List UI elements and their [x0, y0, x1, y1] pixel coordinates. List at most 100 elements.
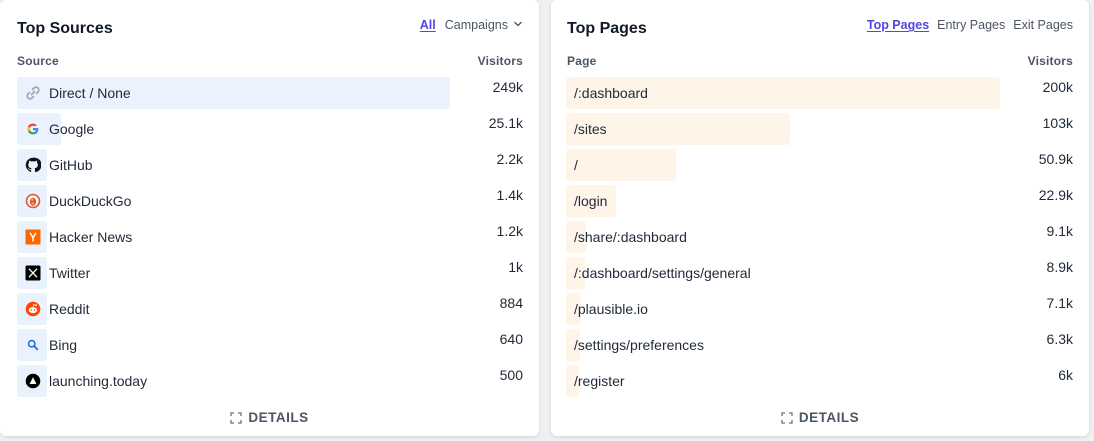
visitors-column-header: Visitors [477, 54, 523, 68]
source-row[interactable]: Twitter 1k [17, 257, 523, 293]
details-label: DETAILS [248, 410, 309, 425]
source-row[interactable]: Bing 640 [17, 329, 523, 365]
row-label[interactable]: /:dashboard [574, 77, 648, 109]
row-label-text: GitHub [49, 157, 93, 173]
hacker-news-icon [25, 229, 41, 245]
page-row[interactable]: / 50.9k [566, 149, 1073, 185]
top-sources-card: Top Sources All Campaigns Source Visitor… [0, 0, 539, 436]
row-label[interactable]: /plausible.io [574, 293, 648, 325]
row-visitors: 500 [499, 367, 523, 383]
row-label[interactable]: / [574, 149, 578, 181]
row-label-text: Bing [49, 337, 78, 353]
visitor-bar [566, 149, 677, 181]
top-pages-title: Top Pages [567, 20, 647, 37]
row-visitors: 50.9k [1038, 151, 1073, 167]
source-row[interactable]: Direct / None 249k [17, 77, 523, 113]
expand-icon [781, 411, 793, 424]
page-column-header: Page [567, 54, 597, 68]
row-label-text: /sites [574, 121, 607, 137]
row-label-text: DuckDuckGo [49, 193, 132, 209]
row-label-text: /:dashboard/settings/general [574, 265, 751, 281]
chevron-down-icon [514, 21, 522, 27]
top-pages-card: Top Pages Top Pages Entry Pages Exit Pag… [551, 0, 1089, 436]
google-icon [25, 121, 41, 137]
pages-list: /:dashboard 200k/sites 103k / 50.9k/login 22.… [566, 77, 1073, 401]
row-visitors: 2.2k [496, 151, 523, 167]
tab-all[interactable]: All [420, 18, 436, 32]
row-label[interactable]: Direct / None [25, 77, 131, 109]
row-label[interactable]: /share/:dashboard [574, 221, 687, 253]
duckduckgo-icon [25, 193, 41, 209]
row-label-text: /plausible.io [574, 301, 648, 317]
tab-campaigns[interactable]: Campaigns [445, 18, 523, 32]
source-row[interactable]: DuckDuckGo 1.4k [17, 185, 523, 221]
source-row[interactable]: Google 25.1k [17, 113, 523, 149]
top-sources-title: Top Sources [17, 20, 113, 37]
pages-details-button[interactable]: DETAILS [551, 410, 1089, 425]
tab-exit-pages[interactable]: Exit Pages [1013, 18, 1073, 32]
page-row[interactable]: /share/:dashboard 9.1k [566, 221, 1073, 257]
row-label-text: /register [574, 373, 625, 389]
page-row[interactable]: /:dashboard 200k [566, 77, 1073, 113]
row-label-text: /share/:dashboard [574, 229, 687, 245]
row-label[interactable]: Bing [25, 329, 77, 361]
row-visitors: 22.9k [1038, 187, 1073, 203]
row-label-text: Twitter [49, 265, 91, 281]
row-visitors: 7.1k [1046, 295, 1073, 311]
row-visitors: 1.4k [496, 187, 523, 203]
row-label[interactable]: Google [25, 113, 94, 145]
row-label-text: /login [574, 193, 608, 209]
source-column-header: Source [17, 54, 59, 68]
reddit-icon [25, 301, 41, 317]
row-visitors: 103k [1042, 115, 1073, 131]
source-row[interactable]: launching.today 500 [17, 365, 523, 401]
row-visitors: 200k [1042, 79, 1073, 95]
row-label[interactable]: Twitter [25, 257, 90, 289]
row-label[interactable]: /settings/preferences [574, 329, 704, 361]
row-visitors: 6k [1058, 367, 1073, 383]
page-row[interactable]: /login 22.9k [566, 185, 1073, 221]
row-visitors: 640 [499, 331, 523, 347]
tab-campaigns-label: Campaigns [444, 18, 508, 32]
row-label[interactable]: launching.today [25, 365, 147, 397]
launching-today-icon [25, 373, 41, 389]
source-row[interactable]: GitHub 2.2k [17, 149, 523, 185]
row-visitors: 249k [492, 79, 523, 95]
row-label-text: Google [49, 121, 95, 137]
page-row[interactable]: /:dashboard/settings/general 8.9k [566, 257, 1073, 293]
row-label-text: Hacker News [49, 229, 133, 245]
page-row[interactable]: /plausible.io 7.1k [566, 293, 1073, 329]
expand-icon [230, 411, 243, 424]
row-label[interactable]: Reddit [25, 293, 89, 325]
row-label-text: / [574, 157, 578, 173]
row-visitors: 1.2k [496, 223, 523, 239]
row-label-text: /:dashboard [574, 85, 648, 101]
row-visitors: 1k [508, 259, 523, 275]
row-label-text: /settings/preferences [574, 337, 704, 353]
row-label[interactable]: /:dashboard/settings/general [574, 257, 751, 289]
tab-top-pages[interactable]: Top Pages [867, 18, 929, 32]
sources-list: Direct / None 249k Google 25.1k GitHub 2.2k Du… [17, 77, 523, 401]
row-label[interactable]: /sites [574, 113, 607, 145]
row-visitors: 25.1k [488, 115, 523, 131]
row-label[interactable]: /login [574, 185, 607, 217]
row-label-text: launching.today [49, 373, 148, 389]
link-icon [25, 85, 41, 101]
page-row[interactable]: /settings/preferences 6.3k [566, 329, 1073, 365]
row-label[interactable]: Hacker News [25, 221, 132, 253]
row-label[interactable]: DuckDuckGo [25, 185, 131, 217]
source-row[interactable]: Reddit 884 [17, 293, 523, 329]
github-icon [25, 157, 41, 173]
row-label[interactable]: GitHub [25, 149, 93, 181]
row-visitors: 8.9k [1046, 259, 1073, 275]
row-label[interactable]: /register [574, 365, 625, 397]
tab-entry-pages[interactable]: Entry Pages [937, 18, 1005, 32]
page-row[interactable]: /sites 103k [566, 113, 1073, 149]
visitors-column-header: Visitors [1027, 54, 1073, 68]
row-label-text: Direct / None [49, 85, 131, 101]
pages-tabs: Top Pages Entry Pages Exit Pages [867, 18, 1073, 32]
page-row[interactable]: /register 6k [566, 365, 1073, 401]
sources-tabs: All Campaigns [420, 18, 523, 32]
sources-details-button[interactable]: DETAILS [0, 410, 539, 425]
source-row[interactable]: Hacker News 1.2k [17, 221, 523, 257]
